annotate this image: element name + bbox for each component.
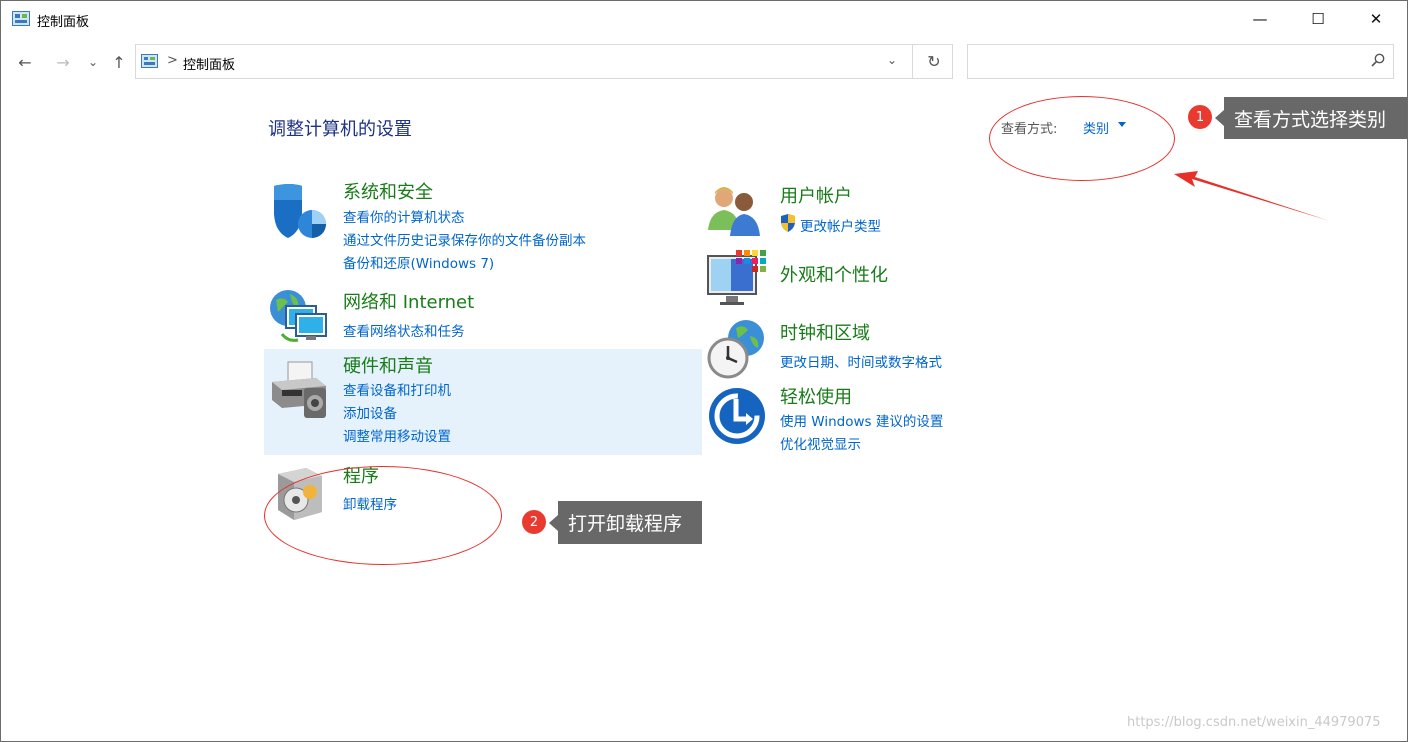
address-dropdown-button[interactable]: ⌄ [882, 53, 902, 71]
link-optimize-visual-display[interactable]: 优化视觉显示 [780, 433, 861, 453]
forward-button[interactable]: → [52, 50, 74, 74]
shield-icon [274, 184, 326, 238]
annotation-badge-2: 2 [522, 510, 546, 534]
chevron-down-icon: ⌄ [87, 55, 99, 69]
back-arrow-icon: ← [18, 52, 32, 72]
category-hardware-sound[interactable]: 硬件和声音 [343, 352, 433, 378]
back-button[interactable]: ← [14, 50, 36, 74]
category-network-internet[interactable]: 网络和 Internet [343, 288, 474, 314]
recent-locations-button[interactable]: ⌄ [84, 50, 102, 74]
up-arrow-icon: ↑ [112, 52, 126, 72]
maximize-button[interactable]: ☐ [1295, 2, 1341, 36]
category-appearance[interactable]: 外观和个性化 [780, 261, 888, 287]
control-panel-icon [141, 54, 158, 68]
users-icon [708, 187, 760, 236]
category-system-security[interactable]: 系统和安全 [343, 178, 433, 204]
control-panel-icon [12, 11, 30, 26]
breadcrumb-control-panel[interactable]: 控制面板 [183, 54, 235, 73]
ease-of-access-icon [709, 388, 765, 444]
search-icon [1371, 53, 1385, 67]
link-mobility-settings[interactable]: 调整常用移动设置 [343, 425, 451, 445]
address-bar[interactable]: > 控制面板 ⌄ ↻ [135, 44, 953, 79]
close-button[interactable]: ✕ [1353, 2, 1399, 36]
link-add-device[interactable]: 添加设备 [343, 402, 397, 422]
annotation-callout-2: 打开卸载程序 [549, 501, 702, 544]
annotation-badge-1: 1 [1188, 105, 1212, 129]
watermark: https://blog.csdn.net/weixin_44979075 [1127, 715, 1381, 730]
link-backup-restore[interactable]: 备份和还原(Windows 7) [343, 252, 494, 272]
category-user-accounts[interactable]: 用户帐户 [780, 182, 852, 208]
forward-arrow-icon: → [56, 52, 70, 72]
link-file-history-backup[interactable]: 通过文件历史记录保存你的文件备份副本 [343, 229, 586, 249]
annotation-ellipse-programs [264, 466, 502, 565]
breadcrumb-separator-icon: > [167, 53, 178, 68]
annotation-callout-1: 查看方式选择类别 [1215, 97, 1407, 139]
close-icon: ✕ [1369, 10, 1383, 28]
annotation-arrow [1174, 171, 1330, 221]
divider [912, 45, 913, 78]
annotation-ellipse-view-by [989, 96, 1175, 181]
category-ease-of-access[interactable]: 轻松使用 [780, 383, 852, 409]
uac-shield-icon [781, 214, 795, 232]
up-button[interactable]: ↑ [108, 50, 130, 74]
link-view-network-status[interactable]: 查看网络状态和任务 [343, 320, 465, 340]
link-view-devices-printers[interactable]: 查看设备和打印机 [343, 379, 451, 399]
link-windows-recommended-settings[interactable]: 使用 Windows 建议的设置 [780, 410, 943, 430]
title-bar: 控制面板 — ☐ ✕ [1, 1, 1407, 37]
link-view-computer-status[interactable]: 查看你的计算机状态 [343, 206, 465, 226]
category-clock-region[interactable]: 时钟和区域 [780, 319, 870, 345]
refresh-button[interactable]: ↻ [923, 52, 945, 72]
minimize-button[interactable]: — [1237, 2, 1283, 36]
page-title: 调整计算机的设置 [268, 119, 412, 140]
minimize-icon: — [1252, 10, 1268, 28]
window-title: 控制面板 [37, 15, 90, 30]
link-change-date-time-format[interactable]: 更改日期、时间或数字格式 [780, 351, 942, 371]
monitor-icon [707, 250, 766, 305]
link-change-account-type[interactable]: 更改帐户类型 [800, 215, 881, 235]
clock-globe-icon [707, 320, 764, 379]
printer-icon [272, 361, 326, 418]
search-input[interactable] [967, 44, 1394, 79]
network-globe-icon [270, 290, 327, 342]
maximize-icon: ☐ [1311, 10, 1325, 28]
